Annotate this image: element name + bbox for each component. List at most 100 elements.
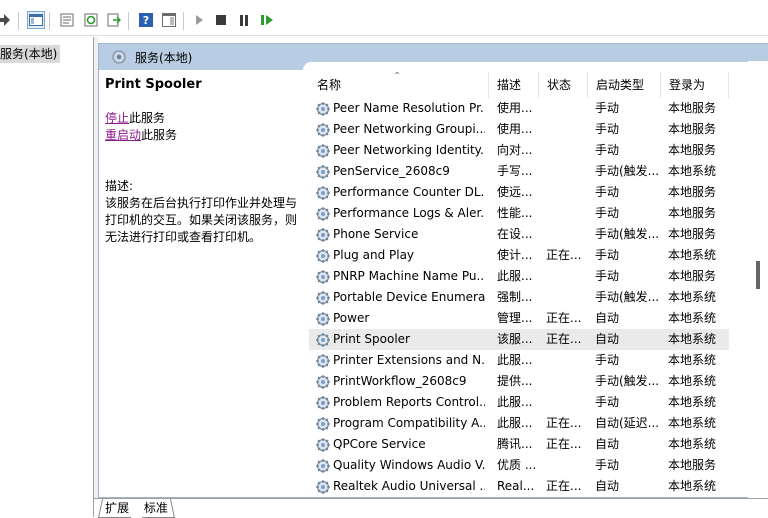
service-logon-cell: 本地系统 <box>668 353 717 367</box>
service-logon-cell: 本地系统 <box>668 395 717 409</box>
service-name-cell: Performance Logs & Aler... <box>333 206 485 220</box>
service-name-cell: Printer Extensions and N... <box>333 353 485 367</box>
service-logon-cell: 本地系统 <box>668 248 717 262</box>
refresh-icon[interactable] <box>82 11 100 29</box>
service-status-cell: 正在... <box>546 479 582 493</box>
service-desc-cell: 管理... <box>497 311 533 325</box>
table-row[interactable]: Peer Name Resolution Pr... 使用... 手动 本地服务 <box>309 98 729 119</box>
service-startup-cell: 手动 <box>595 101 620 115</box>
svg-text:?: ? <box>143 14 149 27</box>
table-row[interactable]: PrintWorkflow_2608c9 提供... 手动(触发... 本地系统 <box>309 371 729 392</box>
service-logon-cell: 本地服务 <box>668 458 717 472</box>
action-pane-icon[interactable] <box>160 11 178 29</box>
service-gear-icon <box>315 143 331 159</box>
service-startup-cell: 手动 <box>595 185 620 199</box>
scrollbar-thumb[interactable] <box>756 261 760 289</box>
description-text: 该服务在后台执行打印作业并处理与打印机的交互。如果关闭该服务，则无法进行打印或查… <box>105 196 298 244</box>
service-startup-cell: 手动(触发... <box>595 290 659 304</box>
service-gear-icon <box>315 479 331 495</box>
service-logon-cell: 本地系统 <box>668 416 717 430</box>
service-logon-cell: 本地系统 <box>668 479 717 493</box>
table-row[interactable]: Performance Logs & Aler... 性能... 手动 本地服务 <box>309 203 729 224</box>
service-gear-icon <box>315 458 331 474</box>
properties-icon[interactable] <box>58 11 76 29</box>
service-name-cell: Peer Networking Identity... <box>333 143 485 157</box>
tab-extended[interactable]: 扩展 <box>97 499 136 518</box>
service-gear-icon <box>315 206 331 222</box>
service-startup-cell: 手动 <box>595 206 620 220</box>
table-row[interactable]: Program Compatibility A... 此服... 正在... 自动(延… <box>309 413 729 434</box>
service-gear-icon <box>315 269 331 285</box>
service-gear-icon <box>315 164 331 180</box>
table-row[interactable]: Performance Counter DL... 使远... 手动 本地服务 <box>309 182 729 203</box>
service-startup-cell: 手动 <box>595 248 620 262</box>
table-row[interactable]: Printer Extensions and N... 此服... 手动 本地系统 <box>309 350 729 371</box>
stop-service-icon[interactable] <box>212 11 230 29</box>
column-header-name[interactable]: 名称 ⌃ <box>309 72 489 98</box>
service-name-cell: Problem Reports Control... <box>333 395 485 409</box>
tree-item-services-local[interactable]: 服务(本地) <box>0 45 60 63</box>
service-startup-cell: 手动 <box>595 395 620 409</box>
service-name-cell: QPCore Service <box>333 437 426 451</box>
forward-arrow-icon[interactable] <box>0 11 12 29</box>
service-gear-icon <box>315 374 331 390</box>
service-desc-cell: 该服... <box>497 332 533 346</box>
service-logon-cell: 本地系统 <box>668 290 717 304</box>
help-icon[interactable]: ? <box>137 11 155 29</box>
service-logon-cell: 本地服务 <box>668 143 717 157</box>
service-desc-cell: 使用... <box>497 101 533 115</box>
column-header-description[interactable]: 描述 <box>489 72 539 98</box>
resume-service-icon[interactable] <box>258 11 276 29</box>
table-row[interactable]: Plug and Play 使计... 正在... 手动 本地系统 <box>309 245 729 266</box>
service-name-cell: Power <box>333 311 370 325</box>
service-name-cell: Portable Device Enumera... <box>333 290 485 304</box>
service-gear-icon <box>315 185 331 201</box>
gear-icon <box>111 49 127 65</box>
console-tree: 服务(本地) <box>0 37 94 517</box>
service-status-cell: 正在... <box>546 332 582 346</box>
start-service-icon[interactable] <box>190 11 208 29</box>
service-startup-cell: 手动 <box>595 353 620 367</box>
description-label: 描述: <box>105 179 134 193</box>
service-logon-cell: 本地服务 <box>668 185 717 199</box>
table-row[interactable]: Realtek Audio Universal ... Real... 正在... 自… <box>309 476 729 497</box>
table-row[interactable]: Peer Networking Groupi... 使用... 手动 本地服务 <box>309 119 729 140</box>
table-row[interactable]: PNRP Machine Name Pu... 此服... 手动 本地服务 <box>309 266 729 287</box>
service-startup-cell: 手动 <box>595 143 620 157</box>
column-header-startup-type[interactable]: 启动类型 <box>588 72 661 98</box>
service-gear-icon <box>315 290 331 306</box>
export-list-icon[interactable] <box>105 11 123 29</box>
service-startup-cell: 自动 <box>595 332 620 346</box>
column-header-logon-as[interactable]: 登录为 <box>661 72 729 98</box>
service-gear-icon <box>315 437 331 453</box>
service-logon-cell: 本地服务 <box>668 122 717 136</box>
service-desc-cell: 在设... <box>497 227 533 241</box>
table-row[interactable]: Quality Windows Audio V... 优质 ... 手动 本地服务 <box>309 455 729 476</box>
service-gear-icon <box>315 416 331 432</box>
service-desc-cell: 使远... <box>497 185 533 199</box>
table-row[interactable]: QPCore Service 腾讯... 正在... 自动 本地系统 <box>309 434 729 455</box>
table-row[interactable]: Power 管理... 正在... 自动 本地系统 <box>309 308 729 329</box>
table-row[interactable]: Portable Device Enumera... 强制... 手动(触发... 本… <box>309 287 729 308</box>
table-row[interactable]: Phone Service 在设... 手动(触发... 本地服务 <box>309 224 729 245</box>
pause-service-icon[interactable] <box>235 11 253 29</box>
service-desc-cell: 向对... <box>497 143 533 157</box>
table-row[interactable]: Problem Reports Control... 此服... 手动 本地系统 <box>309 392 729 413</box>
table-row[interactable]: Print Spooler 该服... 正在... 自动 本地系统 <box>309 329 729 350</box>
service-logon-cell: 本地系统 <box>668 311 717 325</box>
service-desc-cell: 此服... <box>497 353 533 367</box>
column-header-status[interactable]: 状态 <box>539 72 588 98</box>
restart-service-link[interactable]: 重启动 <box>105 128 141 142</box>
service-status-cell: 正在... <box>546 248 582 262</box>
show-tree-icon[interactable] <box>27 11 45 29</box>
stop-service-link[interactable]: 停止 <box>105 111 129 125</box>
table-row[interactable]: PenService_2608c9 手写... 手动(触发... 本地系统 <box>309 161 729 182</box>
service-startup-cell: 自动 <box>595 311 620 325</box>
restart-suffix: 此服务 <box>141 128 178 142</box>
table-row[interactable]: Peer Networking Identity... 向对... 手动 本地服务 <box>309 140 729 161</box>
service-name-cell: Realtek Audio Universal ... <box>333 479 485 493</box>
vertical-scrollbar[interactable] <box>748 61 768 498</box>
sort-ascending-icon: ⌃ <box>393 72 402 82</box>
service-name-cell: PenService_2608c9 <box>333 164 450 178</box>
tab-standard[interactable]: 标准 <box>137 499 176 518</box>
